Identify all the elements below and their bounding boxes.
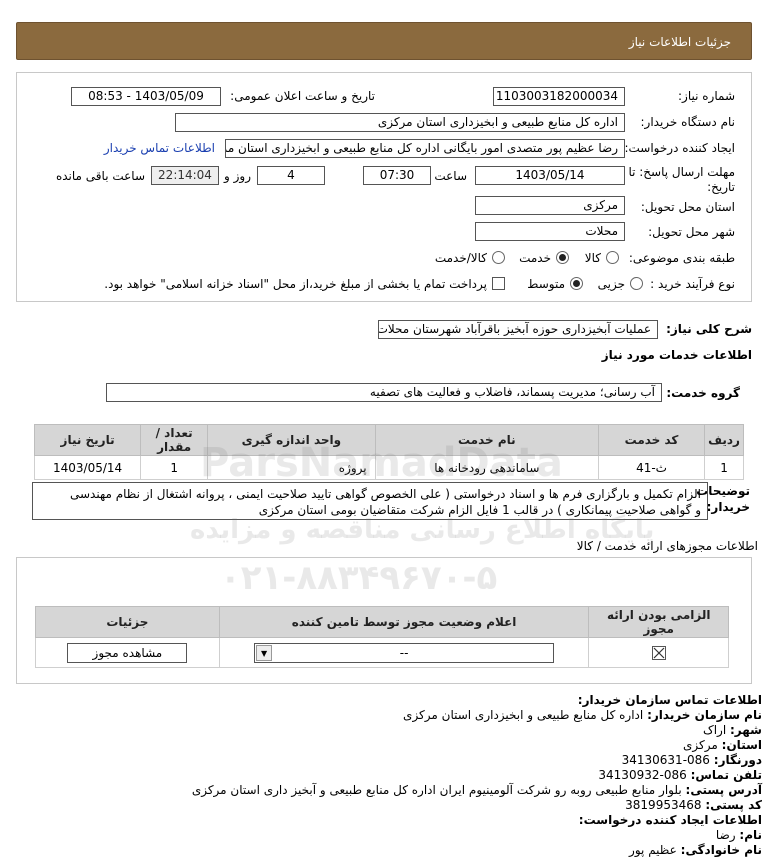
family-value: عظیم پور: [629, 843, 677, 857]
col-row: ردیف: [704, 424, 744, 456]
city-label: شهر محل تحویل:: [648, 225, 735, 239]
summary-label: شرح کلی نیاز:: [666, 322, 752, 336]
cell-count: 1: [140, 455, 209, 480]
category-service-label: خدمت: [519, 251, 551, 265]
category-goods-radio[interactable]: [606, 251, 619, 264]
permits-table: الزامی بودن ارائه مجوز اعلام وضعیت مجوز …: [35, 606, 729, 668]
treasury-checkbox[interactable]: [492, 277, 505, 290]
need-number-field[interactable]: 1103003182000034: [493, 87, 625, 106]
category-label: طبقه بندی موضوعی:: [628, 251, 735, 265]
col-service-name: نام خدمت: [374, 424, 599, 456]
permit-status-cell: -- ▼: [218, 637, 590, 668]
page-title: جزئیات اطلاعات نیاز: [628, 35, 731, 49]
address-value: بلوار منابع طبیعی روبه رو شرکت آلومینیوم…: [191, 783, 682, 797]
permit-status-value: --: [399, 645, 409, 660]
permit-details-cell: مشاهده مجوز: [35, 637, 220, 668]
process-medium-label: متوسط: [527, 277, 565, 291]
buyer-notes-line-1: الزام تکمیل و بارگزاری فرم ها و اسناد در…: [69, 487, 701, 501]
col-unit: واحد اندازه گیری: [207, 424, 376, 456]
cell-service-code: ث-41: [597, 455, 706, 480]
category-both-radio[interactable]: [492, 251, 505, 264]
creator-field[interactable]: رضا عظیم پور متصدی امور بایگانی اداره کل…: [225, 139, 625, 158]
deadline-date-field[interactable]: 1403/05/14: [475, 166, 625, 185]
summary-field[interactable]: عملیات آبخیزداری حوزه آبخیز باقرآباد شهر…: [378, 320, 658, 339]
col-permit-status: اعلام وضعیت مجوز توسط تامین کننده: [218, 606, 590, 638]
deadline-label: مهلت ارسال پاسخ: تا: [628, 165, 735, 179]
province-field[interactable]: مرکزی: [475, 196, 625, 215]
contact-title: اطلاعات تماس سازمان خریدار:: [577, 693, 762, 707]
services-table: ردیف کد خدمت نام خدمت واحد اندازه گیری ت…: [33, 424, 744, 480]
process-partial-radio[interactable]: [630, 277, 643, 290]
category-both-label: کالا/خدمت: [434, 251, 487, 265]
treasury-note: پرداخت تمام یا بخشی از مبلغ خرید،از محل …: [104, 277, 487, 291]
org-value: اداره کل منابع طبیعی و ابخیزداری استان م…: [403, 708, 644, 722]
col-count: تعداد / مقدار: [140, 424, 209, 456]
fax-value: 086-34130631: [621, 753, 710, 767]
buyer-notes-label-2: خریدار:: [706, 500, 750, 514]
deadline-time-label: ساعت: [434, 169, 467, 183]
col-need-date: تاریخ نیاز: [33, 424, 142, 456]
permits-title: اطلاعات مجوزهای ارائه خدمت / کالا: [576, 539, 758, 553]
phone-value: 086-34130932: [598, 768, 687, 782]
deadline-date-label: تاریخ:: [707, 180, 735, 194]
buyer-notes-line-2: و گواهی صلاحیت پیمانکاری ) در قالب 1 فای…: [258, 503, 701, 517]
view-permit-button[interactable]: مشاهده مجوز: [67, 642, 188, 663]
contact-province-label: استان:: [721, 738, 762, 752]
process-medium-radio[interactable]: [570, 277, 583, 290]
contact-province-value: مرکزی: [683, 738, 718, 752]
fax-label: دورنگار:: [713, 753, 762, 767]
cell-row: 1: [704, 455, 744, 480]
postal-label: کد پستی:: [705, 798, 762, 812]
phone-label: تلفن تماس:: [690, 768, 762, 782]
deadline-time-field[interactable]: 07:30: [363, 166, 431, 185]
category-service-radio[interactable]: [556, 251, 569, 264]
service-group-field[interactable]: آب رسانی؛ مدیریت پسماند، فاضلاب و فعالیت…: [106, 383, 662, 402]
need-info-panel: شماره نیاز: 1103003182000034 تاریخ و ساع…: [16, 72, 752, 302]
permit-required-checkbox-icon: [651, 645, 666, 660]
table-row[interactable]: 1 ث-41 ساماندهی رودخانه ها پروژه 1 1403/…: [33, 455, 744, 480]
chevron-down-icon[interactable]: ▼: [256, 644, 273, 661]
name-label: نام:: [739, 828, 762, 842]
cell-unit: پروژه: [207, 455, 376, 480]
process-partial-label: جزیی: [597, 277, 625, 291]
days-label: روز و: [224, 169, 251, 183]
buyer-field[interactable]: اداره کل منابع طبیعی و ابخیزداری استان م…: [175, 113, 625, 132]
cell-service-name: ساماندهی رودخانه ها: [374, 455, 599, 480]
address-label: آدرس پستی:: [685, 783, 762, 797]
buyer-contact-section: اطلاعات تماس سازمان خریدار: نام سازمان خ…: [192, 693, 762, 858]
buyer-notes-box[interactable]: الزام تکمیل و بارگزاری فرم ها و اسناد در…: [32, 482, 708, 520]
family-label: نام خانوادگی:: [680, 843, 762, 857]
announce-label: تاریخ و ساعت اعلان عمومی:: [230, 89, 375, 103]
city-field[interactable]: محلات: [475, 222, 625, 241]
announce-field[interactable]: 1403/05/09 - 08:53: [71, 87, 221, 106]
col-permit-details: جزئیات: [35, 606, 220, 638]
permits-panel: الزامی بودن ارائه مجوز اعلام وضعیت مجوز …: [16, 557, 752, 684]
category-goods-label: کالا: [584, 251, 601, 265]
page-header: جزئیات اطلاعات نیاز: [16, 22, 752, 60]
days-field[interactable]: 4: [257, 166, 325, 185]
col-permit-required: الزامی بودن ارائه مجوز: [588, 606, 729, 638]
service-group-label: گروه خدمت:: [666, 386, 740, 400]
col-service-code: کد خدمت: [597, 424, 706, 456]
permit-required-cell: [588, 637, 729, 668]
contact-city-label: شهر:: [730, 723, 762, 737]
services-title: اطلاعات خدمات مورد نیاز: [601, 348, 752, 362]
table-row: -- ▼ مشاهده مجوز: [35, 637, 729, 668]
remaining-time-field: 22:14:04: [151, 166, 219, 185]
buyer-label: نام دستگاه خریدار:: [640, 115, 736, 129]
postal-value: 3819953468: [625, 798, 702, 812]
remaining-time-label: ساعت باقی مانده: [55, 169, 145, 183]
contact-city-value: اراک: [702, 723, 727, 737]
province-label: استان محل تحویل:: [640, 200, 735, 214]
need-number-label: شماره نیاز:: [678, 89, 735, 103]
creator-label: ایجاد کننده درخواست:: [624, 141, 735, 155]
permit-status-select[interactable]: -- ▼: [254, 642, 555, 663]
org-label: نام سازمان خریدار:: [647, 708, 762, 722]
process-label: نوع فرآیند خرید :: [650, 277, 735, 291]
creator-info-title: اطلاعات ایجاد کننده درخواست:: [578, 813, 762, 827]
cell-need-date: 1403/05/14: [33, 455, 142, 480]
contact-info-link[interactable]: اطلاعات تماس خریدار: [104, 141, 215, 155]
name-value: رضا: [715, 828, 736, 842]
